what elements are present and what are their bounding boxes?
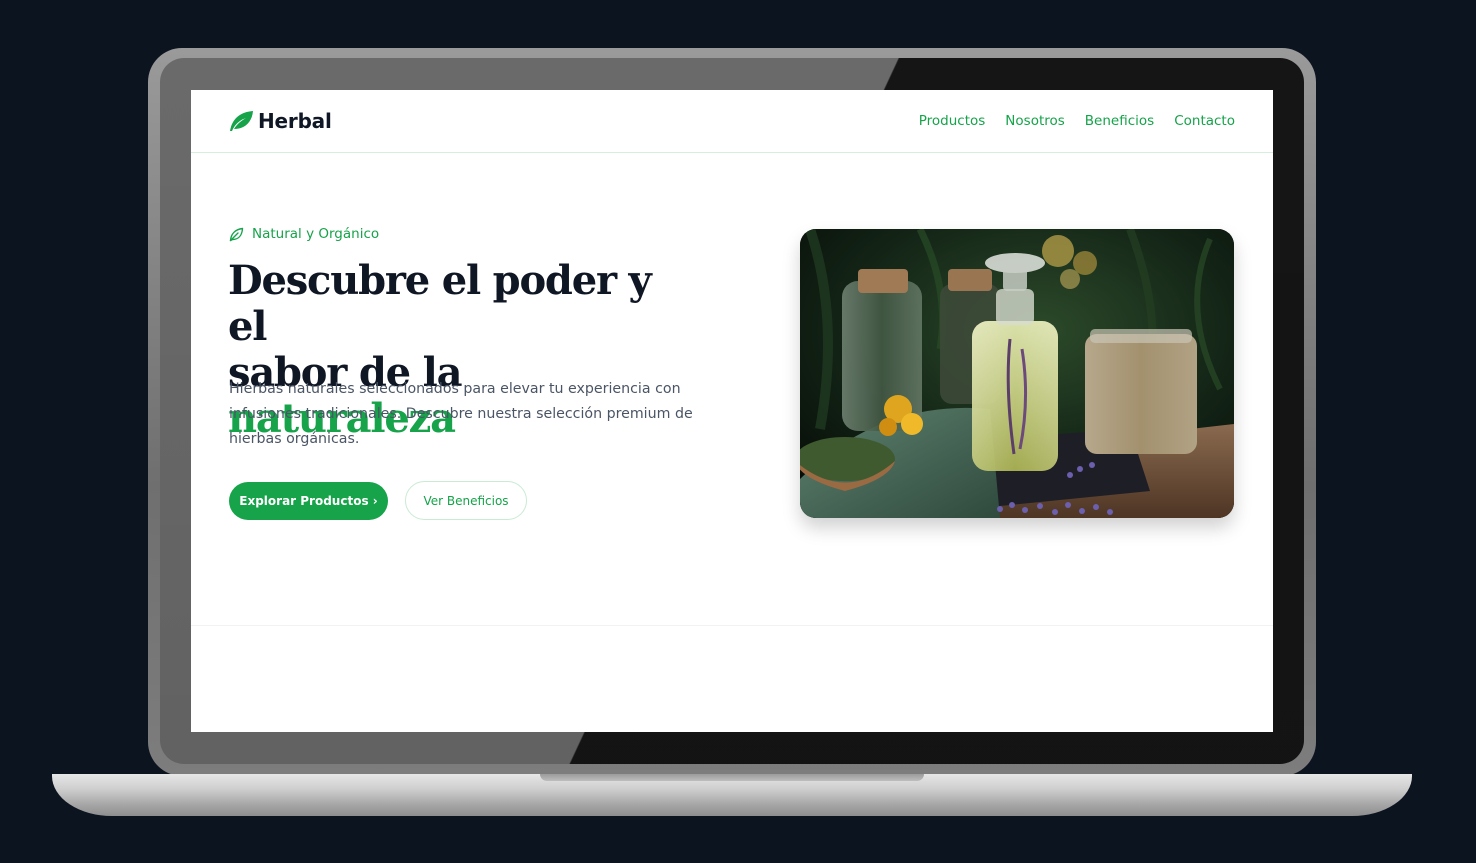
nav-link-beneficios[interactable]: Beneficios — [1085, 111, 1154, 131]
hero-eyebrow-text: Natural y Orgánico — [252, 226, 380, 242]
brand-name: Herbal — [258, 109, 332, 133]
hero-image — [800, 229, 1234, 518]
website-screen: Herbal Productos Nosotros Beneficios Con… — [191, 90, 1273, 732]
brand-logo[interactable]: Herbal — [228, 108, 332, 134]
section-divider — [191, 625, 1273, 626]
nav-link-nosotros[interactable]: Nosotros — [1005, 111, 1065, 131]
hero-eyebrow: Natural y Orgánico — [229, 226, 379, 242]
headline-line1: Descubre el poder y el — [228, 257, 652, 350]
leaf-icon — [228, 109, 254, 133]
laptop-base-notch — [540, 774, 924, 781]
mockup-stage: Herbal Productos Nosotros Beneficios Con… — [0, 0, 1476, 863]
nav-link-contacto[interactable]: Contacto — [1174, 111, 1235, 131]
explore-products-button[interactable]: Explorar Productos › — [229, 482, 388, 520]
view-benefits-button[interactable]: Ver Beneficios — [405, 481, 527, 520]
nav-link-productos[interactable]: Productos — [919, 111, 986, 131]
leaf-outline-icon — [229, 227, 244, 242]
main-nav: Productos Nosotros Beneficios Contacto — [919, 111, 1235, 131]
navbar: Herbal Productos Nosotros Beneficios Con… — [191, 90, 1273, 153]
hero-description: Hierbas naturales seleccionados para ele… — [229, 381, 693, 447]
